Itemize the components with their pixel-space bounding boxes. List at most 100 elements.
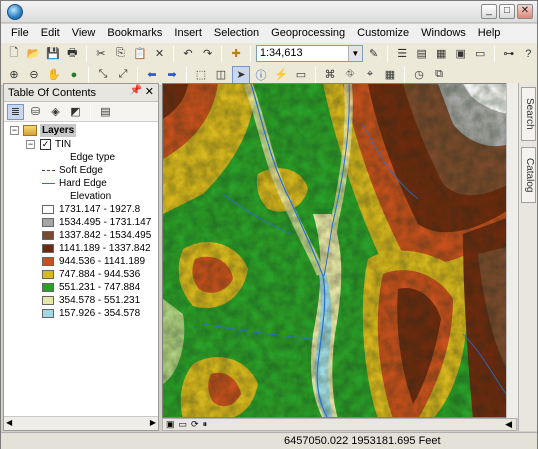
- python-window-icon[interactable]: ▭: [471, 45, 489, 63]
- list-by-drawing-order-icon[interactable]: ≣: [7, 103, 24, 120]
- horizontal-scrollbar[interactable]: ◀ ▶: [4, 416, 158, 430]
- close-icon[interactable]: ✕: [145, 85, 154, 98]
- title-bar[interactable]: _ □ ✕: [1, 1, 537, 23]
- legend-item[interactable]: 1534.495 - 1731.147: [4, 216, 158, 229]
- fixed-zoom-in-icon[interactable]: ⤡: [94, 66, 112, 84]
- undo-icon[interactable]: ↶: [179, 45, 197, 63]
- close-button[interactable]: ✕: [517, 4, 533, 19]
- menu-help[interactable]: Help: [472, 24, 507, 43]
- copy-icon[interactable]: ⎘: [112, 45, 130, 63]
- pause-drawing-icon[interactable]: ⏸: [203, 419, 208, 430]
- search-window-icon[interactable]: ▦: [432, 45, 450, 63]
- menu-edit[interactable]: Edit: [35, 24, 66, 43]
- pin-icon[interactable]: 📌: [130, 85, 142, 96]
- new-document-icon[interactable]: 🗋: [5, 45, 23, 63]
- legend-swatch[interactable]: [42, 244, 54, 253]
- menu-bookmarks[interactable]: Bookmarks: [101, 24, 168, 43]
- select-elements-arrow-icon[interactable]: ➤: [232, 65, 250, 84]
- legend-item[interactable]: 1141.189 - 1337.842: [4, 242, 158, 255]
- menu-file[interactable]: File: [5, 24, 35, 43]
- map-scale-combobox[interactable]: 1:34,613 ▼: [255, 45, 363, 62]
- legend-swatch[interactable]: [42, 270, 54, 279]
- html-popup-icon[interactable]: ▭: [292, 66, 310, 84]
- modelbuilder-icon[interactable]: ⊶: [500, 45, 518, 63]
- add-data-icon[interactable]: ✚: [227, 45, 245, 63]
- data-view-icon[interactable]: ▣: [166, 419, 175, 430]
- scroll-left-icon[interactable]: ◀: [6, 418, 12, 427]
- forward-extent-icon[interactable]: ➡: [163, 66, 181, 84]
- tin-layer-row[interactable]: − ✓ TIN: [4, 138, 158, 151]
- refresh-icon[interactable]: ⟳: [191, 419, 199, 430]
- select-features-icon[interactable]: ⬚: [192, 66, 210, 84]
- legend-item[interactable]: Soft Edge: [4, 164, 158, 177]
- soft-edge-symbol[interactable]: [42, 170, 55, 171]
- options-icon[interactable]: ▤: [97, 104, 114, 120]
- layers-dataframe-row[interactable]: − Layers: [4, 124, 158, 138]
- menu-view[interactable]: View: [66, 24, 102, 43]
- find-route-icon[interactable]: ⛗: [341, 66, 359, 84]
- catalog-window-tab[interactable]: Catalog: [521, 147, 536, 203]
- find-binoculars-icon[interactable]: ⌘: [321, 66, 339, 84]
- table-of-contents-icon[interactable]: ☰: [393, 45, 411, 63]
- zoom-out-icon[interactable]: ⊖: [25, 66, 43, 84]
- menu-selection[interactable]: Selection: [208, 24, 265, 43]
- back-extent-icon[interactable]: ⬅: [143, 66, 161, 84]
- legend-swatch[interactable]: [42, 283, 54, 292]
- measure-icon[interactable]: ▦: [381, 66, 399, 84]
- chevron-down-icon[interactable]: ▼: [347, 46, 362, 61]
- maximize-button[interactable]: □: [499, 4, 515, 19]
- print-icon[interactable]: 🖶: [64, 45, 82, 63]
- catalog-window-icon[interactable]: ▤: [413, 45, 431, 63]
- paste-icon[interactable]: 📋: [131, 45, 149, 63]
- search-window-tab[interactable]: Search: [521, 87, 536, 141]
- legend-swatch[interactable]: [42, 257, 54, 266]
- map-display[interactable]: [162, 83, 517, 418]
- whats-this-help-icon[interactable]: ?: [520, 45, 538, 63]
- layout-view-icon[interactable]: ▭: [179, 419, 188, 430]
- legend-item[interactable]: 747.884 - 944.536: [4, 268, 158, 281]
- clear-selection-icon[interactable]: ◫: [212, 66, 230, 84]
- menu-insert[interactable]: Insert: [168, 24, 208, 43]
- pan-hand-icon[interactable]: ✋: [45, 66, 63, 84]
- legend-swatch[interactable]: [42, 218, 54, 227]
- minimize-button[interactable]: _: [481, 4, 497, 19]
- save-icon[interactable]: 💾: [44, 45, 62, 63]
- vertical-scrollbar[interactable]: [506, 83, 518, 418]
- cut-icon[interactable]: ✂: [92, 45, 110, 63]
- list-by-source-icon[interactable]: ⛁: [27, 104, 44, 120]
- open-folder-icon[interactable]: 📂: [25, 45, 43, 63]
- dataframe-label[interactable]: Layers: [40, 124, 77, 137]
- fixed-zoom-out-icon[interactable]: ⤢: [114, 66, 132, 84]
- hard-edge-symbol[interactable]: [42, 183, 55, 184]
- redo-icon[interactable]: ↷: [199, 45, 217, 63]
- legend-item[interactable]: 354.578 - 551.231: [4, 294, 158, 307]
- legend-item[interactable]: 157.926 - 354.578: [4, 307, 158, 320]
- legend-item[interactable]: 551.231 - 747.884: [4, 281, 158, 294]
- collapse-icon[interactable]: −: [26, 140, 35, 149]
- legend-swatch[interactable]: [42, 231, 54, 240]
- legend-swatch[interactable]: [42, 205, 54, 214]
- menu-customize[interactable]: Customize: [351, 24, 415, 43]
- layer-visibility-checkbox[interactable]: ✓: [40, 139, 51, 150]
- menu-geoprocessing[interactable]: Geoprocessing: [265, 24, 351, 43]
- legend-swatch[interactable]: [42, 309, 54, 318]
- time-slider-icon[interactable]: ◷: [410, 66, 428, 84]
- collapse-icon[interactable]: −: [10, 126, 19, 135]
- legend-item[interactable]: 1731.147 - 1927.8: [4, 203, 158, 216]
- zoom-in-icon[interactable]: ⊕: [5, 66, 23, 84]
- legend-item[interactable]: 1337.842 - 1534.495: [4, 229, 158, 242]
- delete-icon[interactable]: ✕: [151, 45, 169, 63]
- create-viewer-window-icon[interactable]: ⧉: [430, 66, 448, 84]
- go-to-xy-icon[interactable]: ⌖: [361, 66, 379, 84]
- legend-item[interactable]: 944.536 - 1141.189: [4, 255, 158, 268]
- hyperlink-icon[interactable]: ⚡: [272, 66, 290, 84]
- full-extent-globe-icon[interactable]: ●: [65, 66, 83, 84]
- identify-icon[interactable]: ⓘ: [252, 66, 270, 84]
- scroll-right-icon[interactable]: ▶: [150, 418, 156, 427]
- menu-windows[interactable]: Windows: [415, 24, 472, 43]
- list-by-selection-icon[interactable]: ◩: [67, 104, 84, 120]
- arctoolbox-icon[interactable]: ▣: [452, 45, 470, 63]
- scroll-left-icon[interactable]: ◀: [505, 419, 512, 430]
- list-by-visibility-icon[interactable]: ◈: [47, 104, 64, 120]
- legend-item[interactable]: Hard Edge: [4, 177, 158, 190]
